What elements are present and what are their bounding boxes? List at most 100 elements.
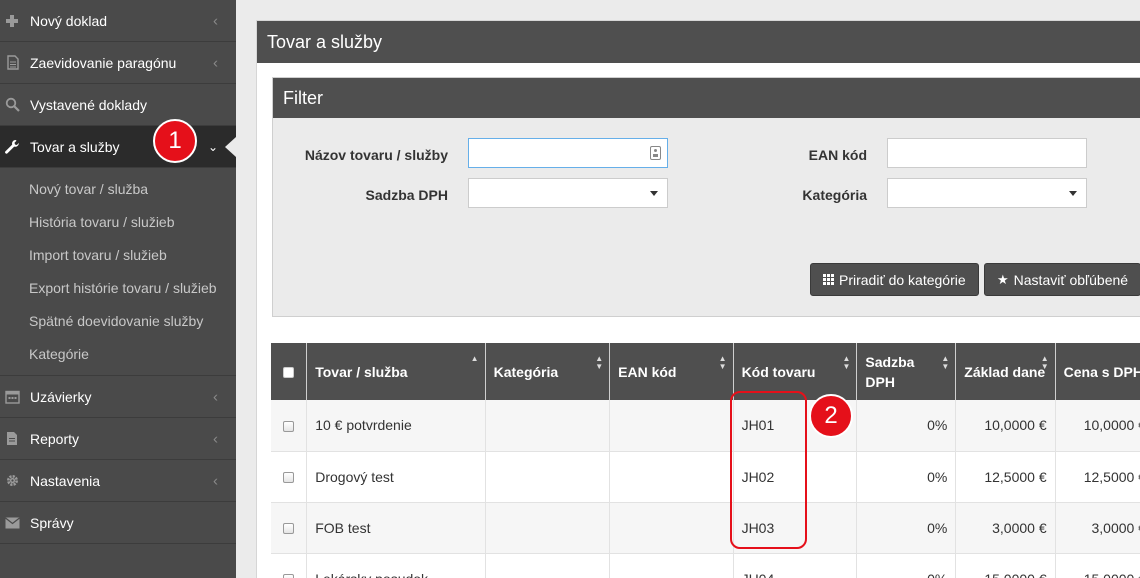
- category-label: Kategória: [802, 187, 867, 203]
- annotation-highlight-box: [730, 391, 807, 549]
- annotation-badge-1: 1: [153, 119, 197, 163]
- table-row[interactable]: 10 € potvrdenie JH01 0% 10,0000 € 10,000…: [271, 400, 1140, 452]
- row-checkbox[interactable]: [283, 472, 295, 484]
- wrench-icon: [4, 139, 20, 155]
- chevron-left-icon: ‹: [213, 430, 218, 447]
- set-favorite-button[interactable]: ★ Nastaviť obľúbené: [984, 263, 1140, 296]
- cell-price: 12,5000 €: [1055, 451, 1140, 503]
- cell-vat: 0%: [856, 400, 957, 452]
- name-input[interactable]: [468, 138, 668, 168]
- cell-ean: [609, 502, 734, 554]
- cell-base: 15,0000 €: [955, 553, 1056, 578]
- grid-icon: [823, 274, 834, 285]
- nav-label: Zaevidovanie paragónu: [30, 54, 177, 71]
- nav-label: Správy: [30, 514, 74, 531]
- category-select[interactable]: [887, 178, 1087, 208]
- cell-price: 3,0000 €: [1055, 502, 1140, 554]
- envelope-icon: [4, 515, 20, 531]
- cell-code: JH04: [733, 553, 858, 578]
- cell-price: 10,0000 €: [1055, 400, 1140, 452]
- table-header-row: Tovar / služba ▲ Kategória ▲ ▼ EAN kód ▲ ▼ Kó…: [271, 343, 1140, 400]
- ean-label: EAN kód: [808, 147, 867, 163]
- submenu-import[interactable]: Import tovaru / služieb: [0, 239, 236, 272]
- chevron-left-icon: ‹: [213, 388, 218, 405]
- table-row[interactable]: FOB test JH03 0% 3,0000 € 3,0000 €: [271, 502, 1140, 554]
- chevron-left-icon: ‹: [213, 54, 218, 71]
- plus-icon: [4, 13, 20, 29]
- cell-product: FOB test: [306, 502, 486, 554]
- products-table: Tovar / služba ▲ Kategória ▲ ▼ EAN kód ▲ ▼ Kó…: [271, 343, 1140, 578]
- cell-category: [485, 553, 611, 578]
- cell-ean: [609, 553, 734, 578]
- cell-product: 10 € potvrdenie: [306, 400, 486, 452]
- cell-vat: 0%: [856, 553, 957, 578]
- nav-zaevidovanie-paragonu[interactable]: Zaevidovanie paragónu ‹: [0, 42, 236, 84]
- chevron-left-icon: ‹: [213, 472, 218, 489]
- nav-spravy[interactable]: Správy: [0, 502, 236, 544]
- nav-nastavenia[interactable]: Nastavenia ‹: [0, 460, 236, 502]
- column-header-price[interactable]: Cena s DPH: [1055, 343, 1140, 400]
- sort-icon: ▲ ▼: [1040, 354, 1049, 371]
- ean-input[interactable]: [887, 138, 1087, 168]
- row-checkbox[interactable]: [283, 574, 295, 578]
- cell-base: 3,0000 €: [955, 502, 1056, 554]
- column-header-vat[interactable]: Sadzba DPH ▲ ▼: [856, 343, 957, 400]
- chevron-down-icon: ⌄: [207, 139, 218, 154]
- cell-category: [485, 502, 611, 554]
- nav-novy-doklad[interactable]: Nový doklad ‹: [0, 0, 236, 42]
- row-select-cell: [271, 400, 308, 452]
- submenu-historia[interactable]: História tovaru / služieb: [0, 206, 236, 239]
- submenu: Nový tovar / služba História tovaru / sl…: [0, 168, 236, 376]
- gear-icon: [4, 473, 20, 489]
- select-all-checkbox[interactable]: [283, 367, 295, 379]
- cell-category: [485, 451, 611, 503]
- nav-label: Reporty: [30, 430, 80, 447]
- set-favorite-label: Nastaviť obľúbené: [1013, 271, 1129, 288]
- sidebar: Nový doklad ‹ Zaevidovanie paragónu ‹ Vy…: [0, 0, 236, 578]
- annotation-badge-2: 2: [809, 394, 853, 438]
- cell-vat: 0%: [856, 502, 957, 554]
- assign-category-label: Priradiť do kategórie: [839, 271, 966, 288]
- receipt-icon: [4, 55, 20, 71]
- assign-category-button[interactable]: Priradiť do kategórie: [810, 263, 979, 296]
- row-checkbox[interactable]: [283, 421, 295, 433]
- nav-uzavierky[interactable]: Uzávierky ‹: [0, 376, 236, 418]
- submenu-kategorie[interactable]: Kategórie: [0, 338, 236, 371]
- column-header-category[interactable]: Kategória ▲ ▼: [485, 343, 611, 400]
- table-row[interactable]: Drogový test JH02 0% 12,5000 € 12,5000 €: [271, 451, 1140, 503]
- column-header-product[interactable]: Tovar / služba ▲: [306, 343, 486, 400]
- nav-tovar-a-sluzby[interactable]: Tovar a služby ⌄: [0, 126, 236, 168]
- column-header-base[interactable]: Základ dane ▲ ▼: [955, 343, 1056, 400]
- row-checkbox[interactable]: [283, 523, 295, 535]
- column-header-ean[interactable]: EAN kód ▲ ▼: [609, 343, 734, 400]
- name-label: Názov tovaru / služby: [304, 147, 448, 163]
- cell-product: Drogový test: [306, 451, 486, 503]
- submenu-export[interactable]: Export histórie tovaru / služieb: [0, 272, 236, 305]
- panel-title: Tovar a služby: [257, 21, 1140, 63]
- submenu-spatne-doevidovanie[interactable]: Spätné doevidovanie služby: [0, 305, 236, 338]
- cell-base: 12,5000 €: [955, 451, 1056, 503]
- products-panel: Tovar a služby Filter Názov tovaru / slu…: [256, 20, 1140, 578]
- vat-select[interactable]: [468, 178, 668, 208]
- filter-panel: Filter Názov tovaru / služby EAN kód Sad…: [272, 77, 1140, 317]
- nav-reporty[interactable]: Reporty ‹: [0, 418, 236, 460]
- cell-vat: 0%: [856, 451, 957, 503]
- calendar-icon: [4, 389, 20, 405]
- table-row[interactable]: Lekársky posudok JH04 0% 15,0000 € 15,00…: [271, 553, 1140, 578]
- cell-price: 15,0000 €: [1055, 553, 1140, 578]
- sort-asc-icon: ▲: [470, 354, 479, 363]
- contact-card-icon: [650, 146, 661, 160]
- nav-vystavene-doklady[interactable]: Vystavené doklady: [0, 84, 236, 126]
- nav-label: Nastavenia: [30, 472, 101, 489]
- row-select-cell: [271, 451, 308, 503]
- submenu-novy-tovar[interactable]: Nový tovar / služba: [0, 173, 236, 206]
- cell-product: Lekársky posudok: [306, 553, 486, 578]
- row-select-cell: [271, 502, 308, 554]
- nav-label: Vystavené doklady: [30, 96, 147, 113]
- nav-label: Tovar a služby: [30, 138, 120, 155]
- vat-label: Sadzba DPH: [365, 187, 448, 203]
- select-all-header: [271, 343, 308, 400]
- search-icon: [4, 97, 20, 113]
- filter-title: Filter: [273, 78, 1140, 118]
- cell-base: 10,0000 €: [955, 400, 1056, 452]
